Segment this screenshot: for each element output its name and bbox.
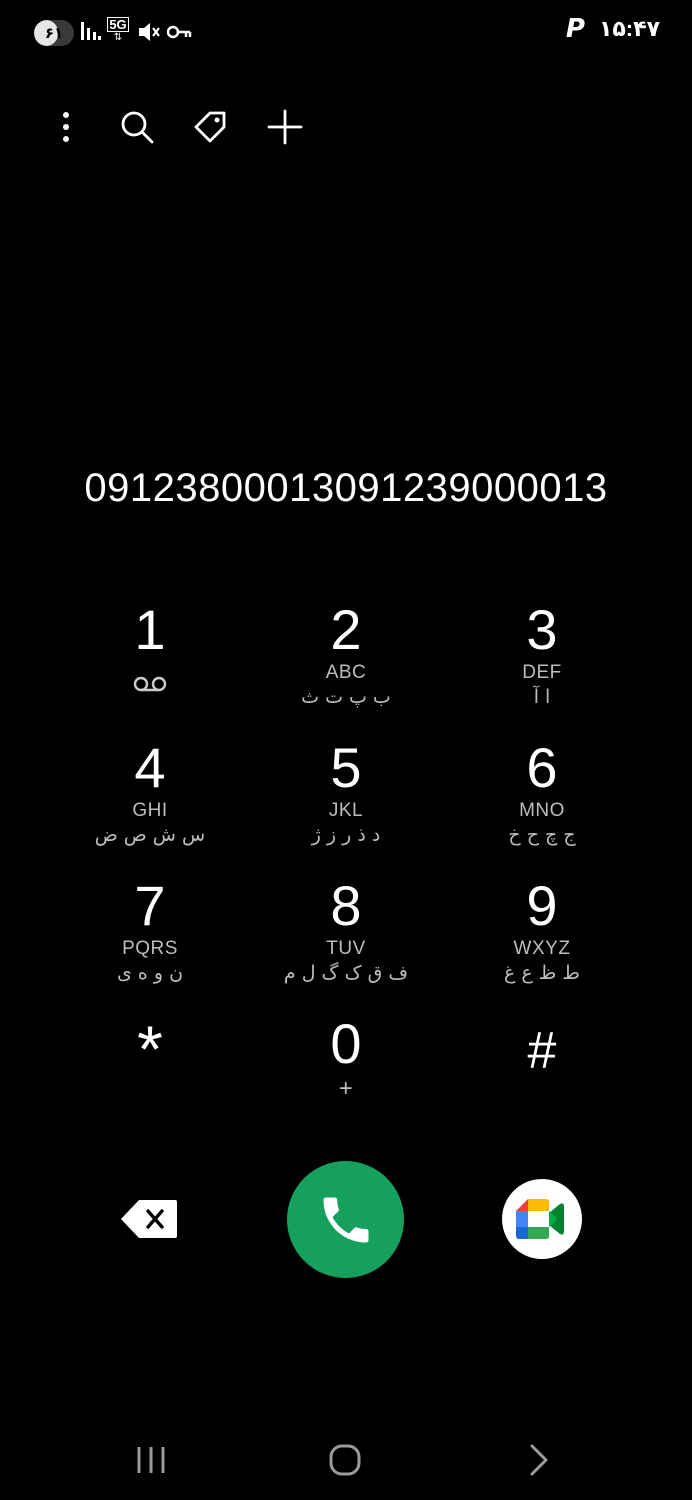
key-persian-letters: ب پ ت ث bbox=[301, 686, 391, 708]
key-digit: 1 bbox=[134, 598, 166, 661]
key-letters: TUV bbox=[326, 938, 366, 959]
key-persian-letters: ن و ه ی bbox=[116, 962, 184, 984]
key-digit: 5 bbox=[330, 736, 362, 799]
key-letters: DEF bbox=[522, 662, 562, 683]
status-bar: ۶۱ 5G ⇅ P ۱۵:۴۷ bbox=[0, 0, 692, 64]
battery-indicator: ۶۱ bbox=[34, 20, 74, 46]
key-digit: 0 bbox=[330, 1012, 362, 1075]
backspace-icon bbox=[121, 1200, 177, 1238]
key-persian-letters: د ذ ر ز ژ bbox=[311, 824, 381, 846]
key-star[interactable]: * bbox=[52, 1010, 248, 1138]
phone-icon bbox=[323, 1197, 368, 1242]
key-digit: 9 bbox=[526, 874, 558, 937]
dialer-toolbar bbox=[46, 104, 336, 150]
more-options-icon bbox=[63, 112, 69, 142]
network-type-label: 5G bbox=[107, 17, 129, 32]
key-persian-letters: ا آ bbox=[533, 686, 551, 708]
system-nav-bar bbox=[0, 1420, 692, 1500]
add-contact-icon bbox=[267, 109, 303, 145]
key-letters: GHI bbox=[132, 800, 168, 821]
key-digit: 8 bbox=[330, 874, 362, 937]
key-digit: 2 bbox=[330, 598, 362, 661]
key-digit: 3 bbox=[526, 598, 558, 661]
key-hash[interactable]: # bbox=[444, 1010, 640, 1138]
search-button[interactable] bbox=[114, 104, 160, 150]
call-button[interactable] bbox=[287, 1161, 404, 1278]
voicemail-icon bbox=[133, 676, 167, 692]
key-letters: + bbox=[338, 1075, 354, 1102]
key-letters: WXYZ bbox=[513, 938, 571, 959]
google-meet-button[interactable] bbox=[502, 1179, 582, 1259]
key-letters: ABC bbox=[325, 662, 367, 683]
home-button[interactable] bbox=[315, 1438, 375, 1482]
key-persian-letters: ط ظ ع غ bbox=[504, 962, 580, 984]
tag-icon bbox=[194, 111, 226, 143]
mute-icon bbox=[139, 23, 160, 41]
key-2[interactable]: 2 ABC ب پ ت ث bbox=[248, 596, 444, 724]
app-badge: P bbox=[565, 14, 585, 44]
status-right: P ۱۵:۴۷ bbox=[566, 14, 660, 44]
tag-button[interactable] bbox=[188, 104, 234, 150]
network-5g-icon: 5G ⇅ bbox=[107, 17, 129, 47]
vpn-key-icon bbox=[166, 25, 192, 39]
dialed-number[interactable]: 09123800013091239000013 bbox=[0, 466, 692, 511]
google-meet-icon bbox=[516, 1199, 564, 1239]
key-digit: 4 bbox=[134, 736, 166, 799]
battery-level: ۶۱ bbox=[44, 25, 64, 42]
key-4[interactable]: 4 GHI س ش ص ض bbox=[52, 734, 248, 862]
key-3[interactable]: 3 DEF ا آ bbox=[444, 596, 640, 724]
home-icon bbox=[329, 1444, 361, 1476]
key-persian-letters: س ش ص ض bbox=[94, 824, 206, 846]
key-1[interactable]: 1 bbox=[52, 596, 248, 724]
key-digit: # bbox=[527, 1022, 557, 1080]
recent-apps-icon bbox=[137, 1447, 165, 1473]
clock: ۱۵:۴۷ bbox=[598, 16, 660, 41]
key-letters: MNO bbox=[519, 800, 565, 821]
recent-apps-button[interactable] bbox=[121, 1438, 181, 1482]
key-persian-letters: ف ق ک گ ل م bbox=[283, 962, 409, 984]
key-persian-letters: ج چ ح خ bbox=[508, 824, 576, 846]
key-digit: 6 bbox=[526, 736, 558, 799]
back-button[interactable] bbox=[508, 1438, 568, 1482]
key-digit: 7 bbox=[134, 874, 166, 937]
key-8[interactable]: 8 TUV ف ق ک گ ل م bbox=[248, 872, 444, 1000]
key-5[interactable]: 5 JKL د ذ ر ز ژ bbox=[248, 734, 444, 862]
add-contact-button[interactable] bbox=[262, 104, 308, 150]
more-options-button[interactable] bbox=[46, 104, 86, 150]
back-icon bbox=[530, 1444, 548, 1476]
key-letters: PQRS bbox=[122, 938, 178, 959]
key-9[interactable]: 9 WXYZ ط ظ ع غ bbox=[444, 872, 640, 1000]
key-7[interactable]: 7 PQRS ن و ه ی bbox=[52, 872, 248, 1000]
key-letters: JKL bbox=[328, 800, 364, 821]
search-icon bbox=[121, 111, 154, 144]
key-digit: * bbox=[137, 1012, 163, 1086]
backspace-button[interactable] bbox=[119, 1196, 181, 1242]
key-0[interactable]: 0 + bbox=[248, 1010, 444, 1138]
signal-icon bbox=[81, 22, 101, 40]
key-6[interactable]: 6 MNO ج چ ح خ bbox=[444, 734, 640, 862]
